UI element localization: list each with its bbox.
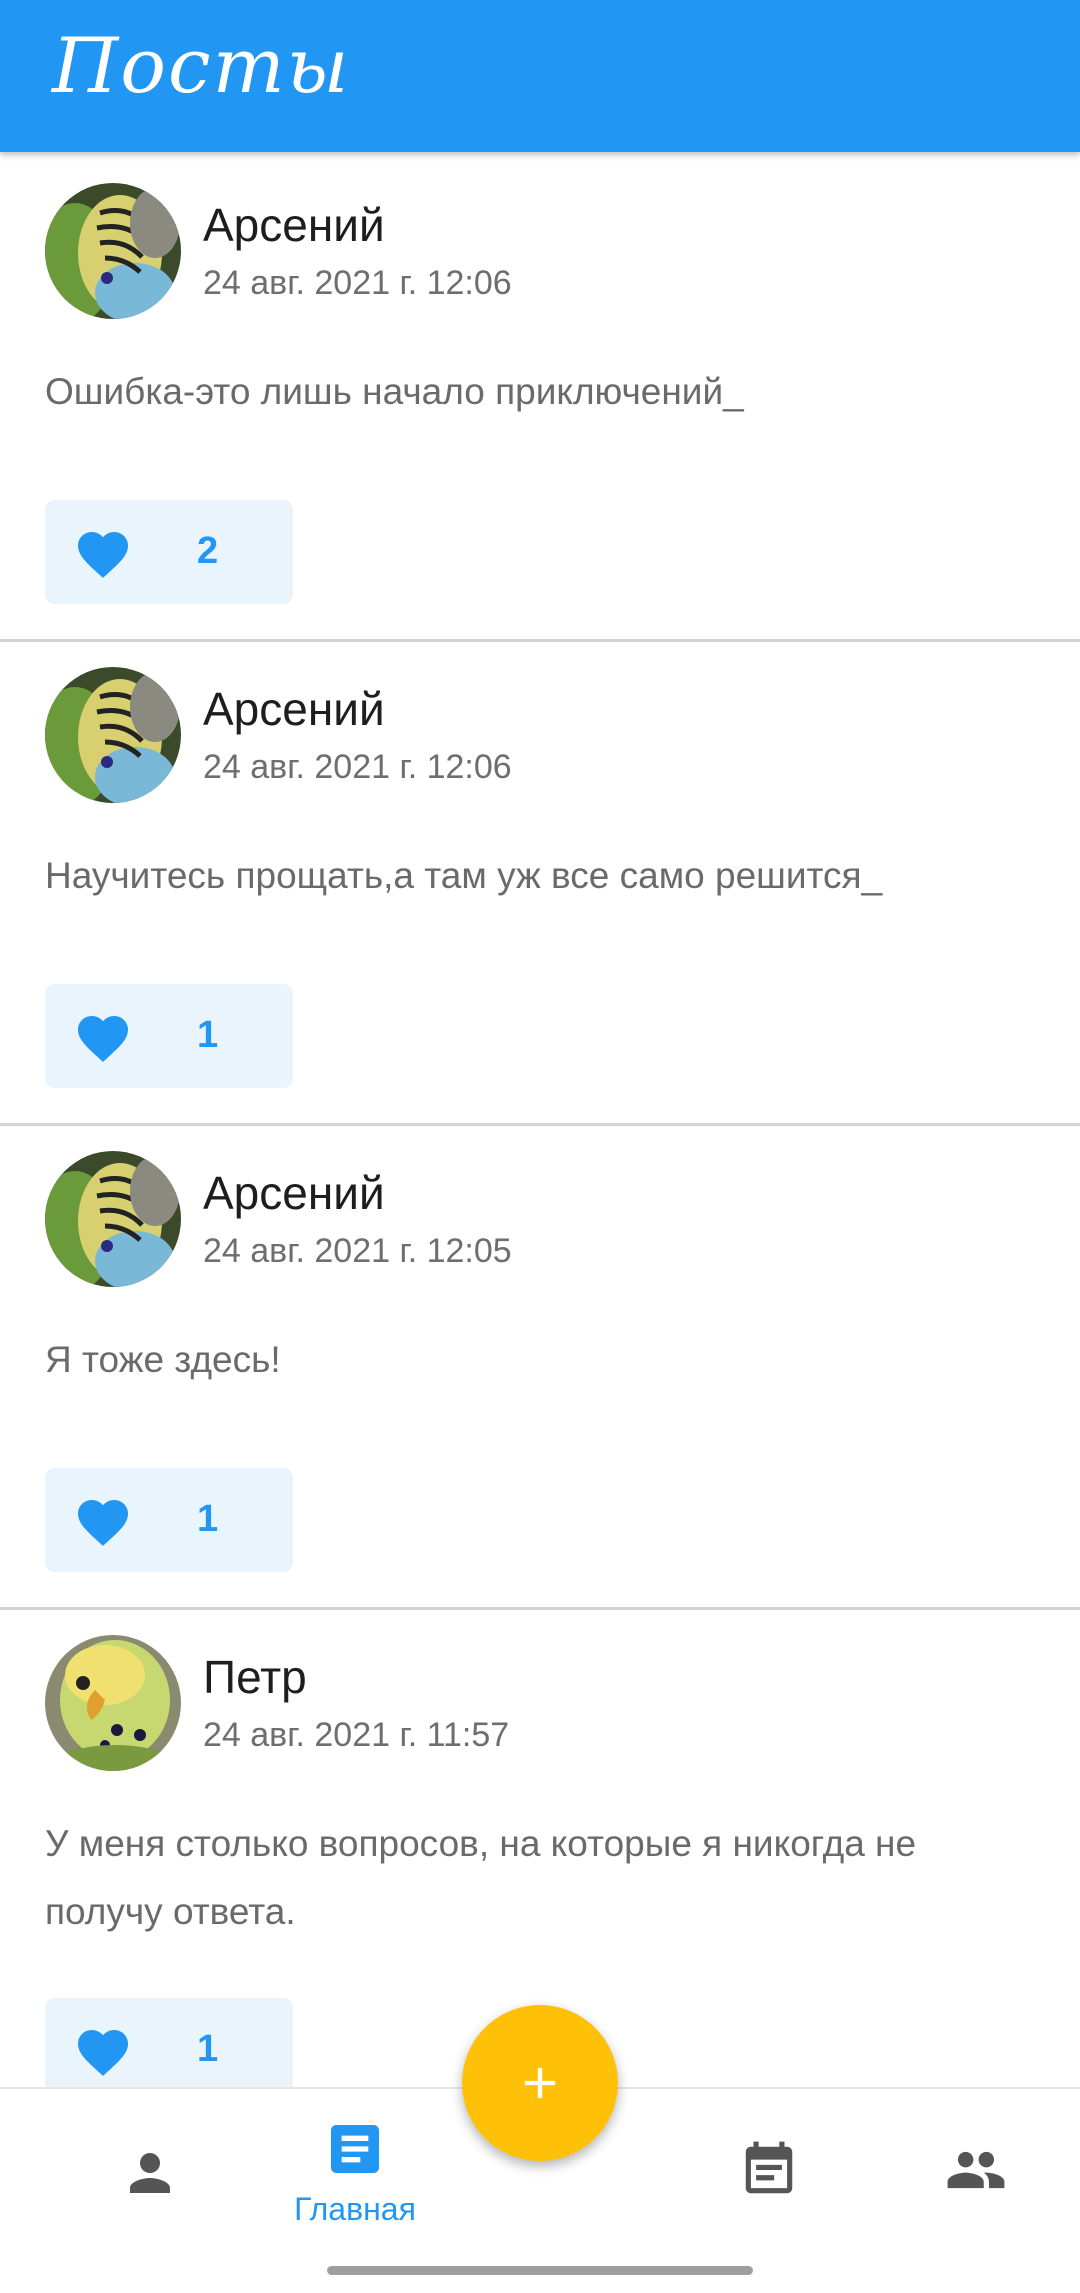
like-count: 2 [197, 530, 219, 572]
heart-icon [78, 1016, 128, 1062]
avatar[interactable] [45, 1635, 181, 1771]
app-bar: Посты [0, 0, 1080, 152]
heart-icon [78, 2030, 128, 2076]
nav-label-home: Главная [294, 2191, 416, 2227]
calendar-icon [745, 2141, 793, 2194]
post-text: Научитесь прощать,а там уж все само реши… [45, 855, 883, 896]
heart-icon [78, 532, 128, 578]
nav-profile[interactable] [90, 2089, 210, 2249]
group-icon [947, 2151, 1005, 2189]
post-card[interactable]: Арсений 24 авг. 2021 г. 12:06 Научитесь … [0, 642, 1080, 1126]
post-author[interactable]: Арсений [203, 198, 385, 252]
add-post-button[interactable] [462, 2005, 618, 2161]
like-count: 1 [197, 1014, 219, 1056]
nav-people[interactable] [915, 2089, 1035, 2249]
article-icon [331, 2125, 379, 2173]
like-button[interactable]: 1 [45, 984, 293, 1088]
post-card[interactable]: Арсений 24 авг. 2021 г. 12:06 Ошибка-это… [0, 158, 1080, 642]
avatar[interactable] [45, 1151, 181, 1287]
avatar[interactable] [45, 667, 181, 803]
post-text: Ошибка-это лишь начало приключений_ [45, 371, 744, 412]
heart-icon [78, 1500, 128, 1546]
person-icon [130, 2153, 170, 2193]
post-author[interactable]: Петр [203, 1650, 307, 1704]
page-title: Посты [52, 21, 351, 110]
like-button[interactable]: 1 [45, 1468, 293, 1572]
posts-feed[interactable]: Арсений 24 авг. 2021 г. 12:06 Ошибка-это… [0, 158, 1080, 2140]
home-indicator[interactable] [327, 2266, 753, 2275]
post-text: Я тоже здесь! [45, 1339, 281, 1380]
plus-icon [524, 2067, 556, 2099]
nav-home[interactable]: Главная [255, 2089, 455, 2249]
avatar[interactable] [45, 183, 181, 319]
post-text: У меня столько вопросов, на которые я ни… [45, 1823, 917, 1932]
post-date: 24 авг. 2021 г. 12:06 [203, 264, 512, 302]
post-date: 24 авг. 2021 г. 11:57 [203, 1716, 510, 1754]
post-date: 24 авг. 2021 г. 12:05 [203, 1232, 512, 1270]
post-author[interactable]: Арсений [203, 1166, 385, 1220]
like-count: 1 [197, 2028, 219, 2070]
nav-calendar[interactable] [708, 2089, 828, 2249]
post-card[interactable]: Арсений 24 авг. 2021 г. 12:05 Я тоже зде… [0, 1126, 1080, 1610]
like-button[interactable]: 2 [45, 500, 293, 604]
like-count: 1 [197, 1498, 219, 1540]
post-author[interactable]: Арсений [203, 682, 385, 736]
post-date: 24 авг. 2021 г. 12:06 [203, 748, 512, 786]
